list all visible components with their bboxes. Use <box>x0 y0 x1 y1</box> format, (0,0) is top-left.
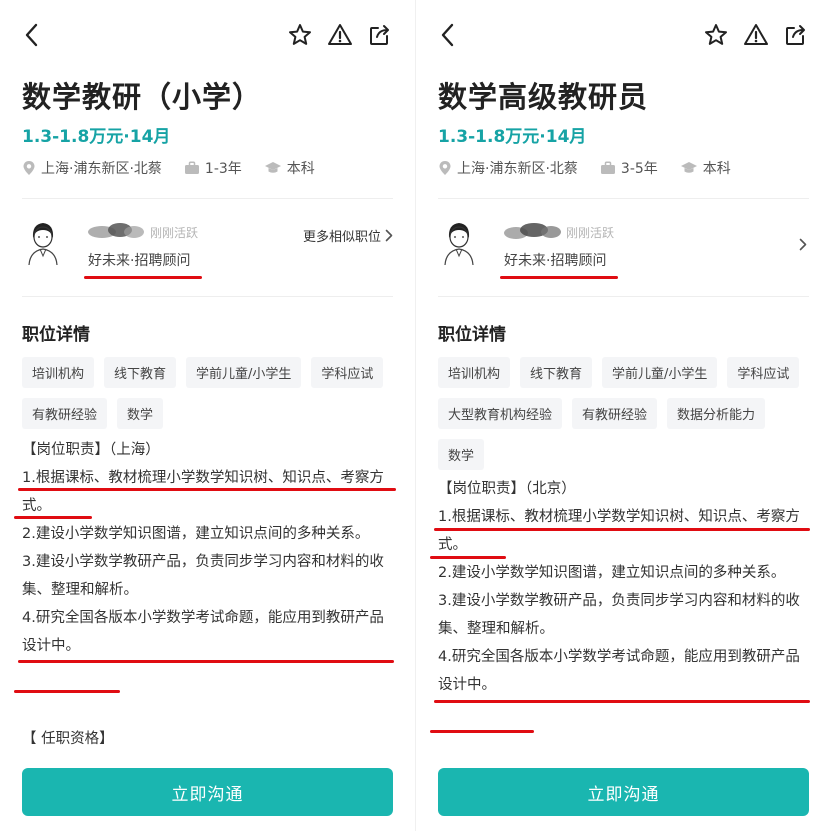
job-meta: 上海·浦东新区·北蔡 3-5年 本科 <box>438 158 753 178</box>
location-pin-icon <box>23 161 35 175</box>
back-chevron-icon[interactable] <box>438 22 458 48</box>
duty-item: 1.根据课标、教材梳理小学数学知识树、知识点、考察方式。 <box>22 470 384 514</box>
job-detail-panel-right: 数学高级教研员 1.3-1.8万元·14月 上海·浦东新区·北蔡 3-5年 本科 <box>416 0 831 831</box>
top-bar <box>438 18 809 54</box>
duty-item: 4.研究全国各版本小学数学考试命题，能应用到教研产品设计中。 <box>22 610 384 654</box>
blurred-name <box>88 223 144 238</box>
education-text: 本科 <box>286 161 315 177</box>
tag-list: 培训机构 线下教育 学前儿童/小学生 学科应试 大型教育机构经验 有教研经验 数… <box>438 357 817 480</box>
education-text: 本科 <box>702 161 731 177</box>
blurred-name <box>504 223 561 239</box>
star-icon[interactable] <box>703 22 729 48</box>
chat-now-button[interactable]: 立即沟通 <box>22 768 393 816</box>
tag: 学前儿童/小学生 <box>186 357 302 388</box>
more-similar-jobs-label: 更多相似职位 <box>302 230 381 245</box>
top-bar <box>22 18 393 54</box>
recruiter-avatar <box>444 223 474 266</box>
warning-icon[interactable] <box>743 22 769 48</box>
chevron-right-icon[interactable] <box>799 238 807 251</box>
experience-text: 1-3年 <box>204 161 242 177</box>
job-detail-panel-left: 数学教研（小学） 1.3-1.8万元·14月 上海·浦东新区·北蔡 1-3年 本… <box>0 0 415 831</box>
section-title: 职位详情 <box>438 325 506 345</box>
divider <box>438 198 809 199</box>
duty-item: 2.建设小学数学知识图谱，建立知识点间的多种关系。 <box>438 565 786 581</box>
salary: 1.3-1.8万元·14月 <box>22 127 171 147</box>
divider <box>438 296 809 297</box>
tag: 学科应试 <box>311 357 384 388</box>
duty-item: 2.建设小学数学知识图谱，建立知识点间的多种关系。 <box>22 526 370 542</box>
job-title: 数学教研（小学） <box>22 80 263 114</box>
tag: 培训机构 <box>22 357 95 388</box>
annotation-underline <box>434 700 810 703</box>
more-similar-jobs-link[interactable]: 更多相似职位 <box>303 226 393 245</box>
section-title: 职位详情 <box>22 325 90 345</box>
briefcase-icon <box>600 161 615 174</box>
divider <box>22 198 393 199</box>
tag: 学前儿童/小学生 <box>602 357 718 388</box>
location-pin-icon <box>439 161 451 175</box>
annotation-underline <box>18 660 394 663</box>
tag: 数学 <box>117 398 164 429</box>
job-title: 数学高级教研员 <box>438 80 649 114</box>
warning-icon[interactable] <box>327 22 353 48</box>
annotation-underline <box>14 690 120 693</box>
duty-heading: 【岗位职责】（北京） <box>438 481 576 497</box>
chevron-right-icon <box>385 229 393 242</box>
annotation-underline <box>430 556 506 559</box>
tag: 有教研经验 <box>22 398 108 429</box>
experience-text: 3-5年 <box>620 161 658 177</box>
graduation-cap-icon <box>680 162 697 173</box>
job-description: 【岗位职责】（上海） 1.根据课标、教材梳理小学数学知识树、知识点、考察方式。 … <box>22 436 397 660</box>
recruiter-avatar <box>28 223 58 266</box>
tag: 有教研经验 <box>572 398 658 429</box>
annotation-underline <box>84 276 202 279</box>
tag: 数据分析能力 <box>667 398 766 429</box>
job-description: 【岗位职责】（北京） 1.根据课标、教材梳理小学数学知识树、知识点、考察方式。 … <box>438 475 813 699</box>
share-icon[interactable] <box>367 22 393 48</box>
chat-now-button[interactable]: 立即沟通 <box>438 768 809 816</box>
annotation-underline <box>430 730 534 733</box>
duty-item: 3.建设小学数学教研产品，负责同步学习内容和材料的收集、整理和解析。 <box>22 554 384 598</box>
qualification-heading: 【 任职资格】 <box>22 731 114 747</box>
tag: 线下教育 <box>104 357 177 388</box>
duty-heading: 【岗位职责】（上海） <box>22 442 160 458</box>
star-icon[interactable] <box>287 22 313 48</box>
annotation-underline <box>434 528 810 531</box>
tag: 数学 <box>438 439 485 470</box>
back-chevron-icon[interactable] <box>22 22 42 48</box>
graduation-cap-icon <box>264 162 281 173</box>
location-text: 上海·浦东新区·北蔡 <box>457 161 578 177</box>
active-status: 刚刚活跃 <box>566 226 615 240</box>
duty-item: 1.根据课标、教材梳理小学数学知识树、知识点、考察方式。 <box>438 509 800 553</box>
duty-item: 4.研究全国各版本小学数学考试命题，能应用到教研产品设计中。 <box>438 649 800 693</box>
annotation-underline <box>500 276 618 279</box>
active-status: 刚刚活跃 <box>150 226 199 240</box>
divider <box>22 296 393 297</box>
annotation-underline <box>14 516 92 519</box>
share-icon[interactable] <box>783 22 809 48</box>
salary: 1.3-1.8万元·14月 <box>438 127 587 147</box>
job-meta: 上海·浦东新区·北蔡 1-3年 本科 <box>22 158 337 178</box>
briefcase-icon <box>184 161 199 174</box>
location-text: 上海·浦东新区·北蔡 <box>41 161 162 177</box>
recruiter-card[interactable]: 刚刚活跃 好未来·招聘顾问 更多相似职位 <box>22 212 393 282</box>
recruiter-card[interactable]: 刚刚活跃 好未来·招聘顾问 <box>438 212 809 282</box>
duty-item: 3.建设小学数学教研产品，负责同步学习内容和材料的收集、整理和解析。 <box>438 593 800 637</box>
recruiter-company: 好未来·招聘顾问 <box>504 253 607 269</box>
tag: 培训机构 <box>438 357 511 388</box>
tag: 学科应试 <box>727 357 800 388</box>
tag-list: 培训机构 线下教育 学前儿童/小学生 学科应试 有教研经验 数学 <box>22 357 401 439</box>
annotation-underline <box>18 488 396 491</box>
tag: 大型教育机构经验 <box>438 398 563 429</box>
tag: 线下教育 <box>520 357 593 388</box>
recruiter-company: 好未来·招聘顾问 <box>88 253 191 269</box>
